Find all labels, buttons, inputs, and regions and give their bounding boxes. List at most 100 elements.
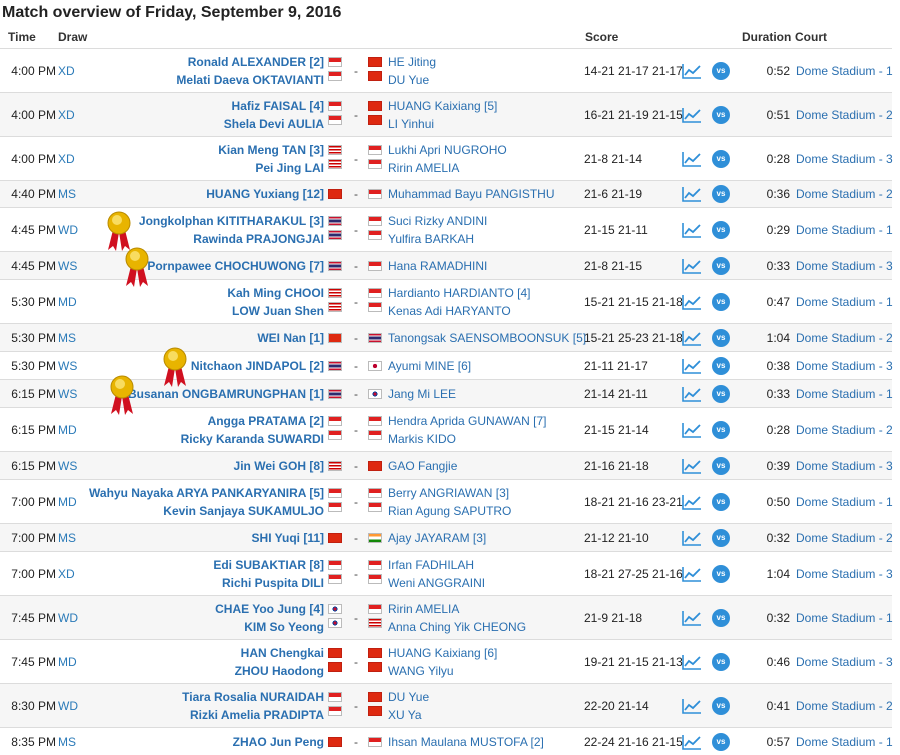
draw-link[interactable]: WD <box>58 697 78 715</box>
court-link[interactable]: Dome Stadium - 1 <box>796 221 893 239</box>
player-link[interactable]: Yulfira BARKAH <box>388 230 487 248</box>
line-chart-icon[interactable] <box>682 530 702 546</box>
player-link[interactable]: HUANG Kaixiang [5] <box>388 97 497 115</box>
player-link[interactable]: Weni ANGGRAINI <box>388 574 485 592</box>
player-link[interactable]: Hardianto HARDIANTO [4] <box>388 284 531 302</box>
vs-icon[interactable]: vs <box>712 609 730 627</box>
player-link[interactable]: Kah Ming CHOOI <box>227 284 324 302</box>
player-link[interactable]: Anna Ching Yik CHEONG <box>388 618 526 636</box>
player-link[interactable]: Shela Devi AULIA <box>224 115 324 133</box>
player-link[interactable]: Jongkolphan KITITHARAKUL [3] <box>139 212 324 230</box>
draw-link[interactable]: XD <box>58 106 75 124</box>
vs-icon[interactable]: vs <box>712 357 730 375</box>
line-chart-icon[interactable] <box>682 386 702 402</box>
court-link[interactable]: Dome Stadium - 3 <box>796 257 893 275</box>
vs-icon[interactable]: vs <box>712 697 730 715</box>
court-link[interactable]: Dome Stadium - 2 <box>796 421 893 439</box>
vs-icon[interactable]: vs <box>712 185 730 203</box>
line-chart-icon[interactable] <box>682 294 702 310</box>
line-chart-icon[interactable] <box>682 422 702 438</box>
draw-link[interactable]: MS <box>58 529 76 547</box>
draw-link[interactable]: WD <box>58 609 78 627</box>
vs-icon[interactable]: vs <box>712 457 730 475</box>
player-link[interactable]: Ajay JAYARAM [3] <box>388 529 486 547</box>
vs-icon[interactable]: vs <box>712 565 730 583</box>
player-link[interactable]: ZHAO Jun Peng <box>233 733 324 751</box>
player-link[interactable]: Jang Mi LEE <box>388 385 456 403</box>
player-link[interactable]: Ronald ALEXANDER [2] <box>176 53 324 71</box>
player-link[interactable]: Wahyu Nayaka ARYA PANKARYANIRA [5] <box>89 484 324 502</box>
player-link[interactable]: HAN Chengkai <box>235 644 324 662</box>
line-chart-icon[interactable] <box>682 566 702 582</box>
player-link[interactable]: KIM So Yeong <box>215 618 324 636</box>
vs-icon[interactable]: vs <box>712 329 730 347</box>
vs-icon[interactable]: vs <box>712 257 730 275</box>
court-link[interactable]: Dome Stadium - 2 <box>796 106 893 124</box>
vs-icon[interactable]: vs <box>712 385 730 403</box>
player-link[interactable]: DU Yue <box>388 688 429 706</box>
draw-link[interactable]: MS <box>58 185 76 203</box>
court-link[interactable]: Dome Stadium - 1 <box>796 62 893 80</box>
player-link[interactable]: Ririn AMELIA <box>388 600 526 618</box>
player-link[interactable]: XU Ya <box>388 706 429 724</box>
player-link[interactable]: DU Yue <box>388 71 436 89</box>
player-link[interactable]: Hendra Aprida GUNAWAN [7] <box>388 412 547 430</box>
player-link[interactable]: Rian Agung SAPUTRO <box>388 502 511 520</box>
court-link[interactable]: Dome Stadium - 2 <box>796 529 893 547</box>
draw-link[interactable]: XD <box>58 565 75 583</box>
line-chart-icon[interactable] <box>682 63 702 79</box>
player-link[interactable]: Busanan ONGBAMRUNGPHAN [1] <box>128 385 324 403</box>
court-link[interactable]: Dome Stadium - 2 <box>796 185 893 203</box>
court-link[interactable]: Dome Stadium - 1 <box>796 609 893 627</box>
line-chart-icon[interactable] <box>682 186 702 202</box>
player-link[interactable]: LI Yinhui <box>388 115 497 133</box>
player-link[interactable]: Rizki Amelia PRADIPTA <box>182 706 324 724</box>
draw-link[interactable]: WS <box>58 385 77 403</box>
player-link[interactable]: Markis KIDO <box>388 430 547 448</box>
player-link[interactable]: Tanongsak SAENSOMBOONSUK [5] <box>388 329 586 347</box>
line-chart-icon[interactable] <box>682 698 702 714</box>
court-link[interactable]: Dome Stadium - 3 <box>796 653 893 671</box>
line-chart-icon[interactable] <box>682 358 702 374</box>
player-link[interactable]: Irfan FADHILAH <box>388 556 485 574</box>
player-link[interactable]: GAO Fangjie <box>388 457 457 475</box>
player-link[interactable]: Melati Daeva OKTAVIANTI <box>176 71 324 89</box>
player-link[interactable]: Tiara Rosalia NURAIDAH <box>182 688 324 706</box>
draw-link[interactable]: MD <box>58 493 77 511</box>
draw-link[interactable]: MD <box>58 293 77 311</box>
vs-icon[interactable]: vs <box>712 293 730 311</box>
player-link[interactable]: Jin Wei GOH [8] <box>234 457 324 475</box>
player-link[interactable]: Berry ANGRIAWAN [3] <box>388 484 511 502</box>
court-link[interactable]: Dome Stadium - 1 <box>796 385 893 403</box>
court-link[interactable]: Dome Stadium - 1 <box>796 493 893 511</box>
player-link[interactable]: Kian Meng TAN [3] <box>218 141 324 159</box>
player-link[interactable]: Kenas Adi HARYANTO <box>388 302 531 320</box>
player-link[interactable]: Kevin Sanjaya SUKAMULJO <box>89 502 324 520</box>
line-chart-icon[interactable] <box>682 610 702 626</box>
court-link[interactable]: Dome Stadium - 2 <box>796 697 893 715</box>
line-chart-icon[interactable] <box>682 258 702 274</box>
player-link[interactable]: SHI Yuqi [11] <box>252 529 324 547</box>
court-link[interactable]: Dome Stadium - 1 <box>796 733 893 751</box>
player-link[interactable]: HUANG Yuxiang [12] <box>206 185 324 203</box>
line-chart-icon[interactable] <box>682 734 702 750</box>
vs-icon[interactable]: vs <box>712 493 730 511</box>
player-link[interactable]: Lukhi Apri NUGROHO <box>388 141 507 159</box>
draw-link[interactable]: MS <box>58 733 76 751</box>
vs-icon[interactable]: vs <box>712 421 730 439</box>
player-link[interactable]: HUANG Kaixiang [6] <box>388 644 497 662</box>
vs-icon[interactable]: vs <box>712 653 730 671</box>
court-link[interactable]: Dome Stadium - 3 <box>796 457 893 475</box>
player-link[interactable]: Ricky Karanda SUWARDI <box>181 430 324 448</box>
line-chart-icon[interactable] <box>682 494 702 510</box>
court-link[interactable]: Dome Stadium - 3 <box>796 357 893 375</box>
line-chart-icon[interactable] <box>682 107 702 123</box>
player-link[interactable]: WANG Yilyu <box>388 662 497 680</box>
player-link[interactable]: Angga PRATAMA [2] <box>181 412 324 430</box>
player-link[interactable]: Ihsan Maulana MUSTOFA [2] <box>388 733 544 751</box>
vs-icon[interactable]: vs <box>712 529 730 547</box>
draw-link[interactable]: WS <box>58 457 77 475</box>
player-link[interactable]: Richi Puspita DILI <box>213 574 324 592</box>
draw-link[interactable]: WS <box>58 257 77 275</box>
player-link[interactable]: Suci Rizky ANDINI <box>388 212 487 230</box>
